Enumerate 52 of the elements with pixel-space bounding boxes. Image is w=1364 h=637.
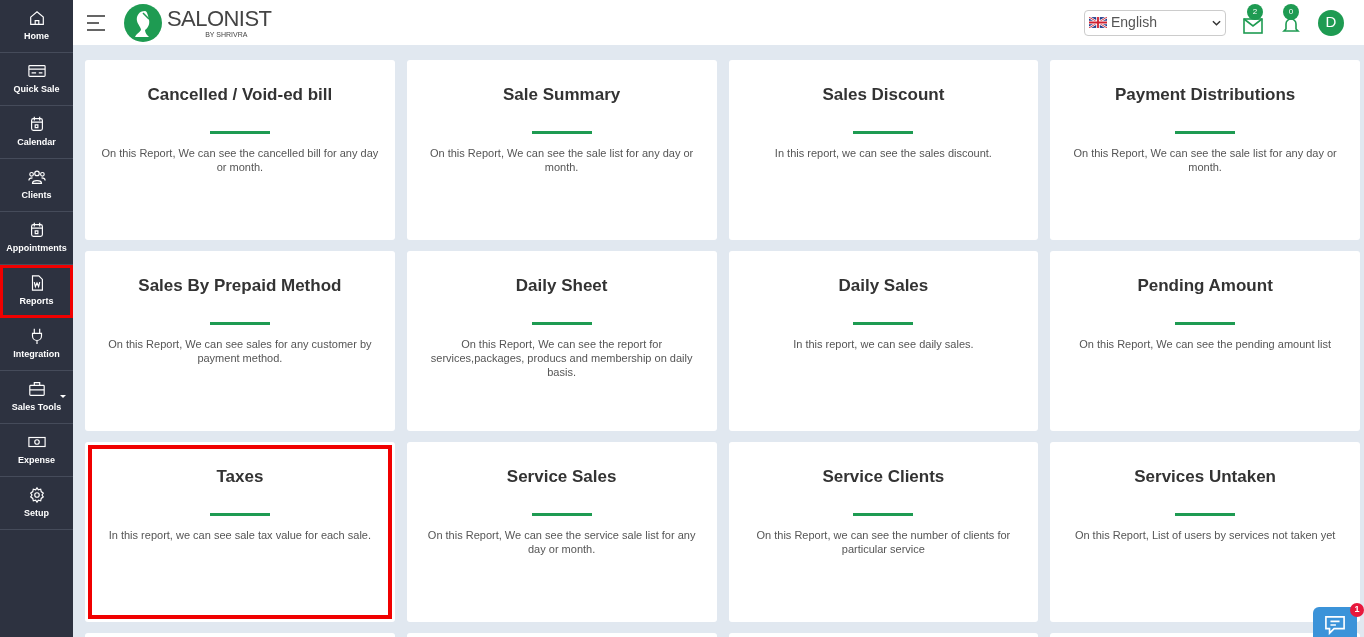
card-description: On this Report, We can see the sale list for any day or month.: [1072, 145, 1338, 174]
report-card[interactable]: Taxes In this report, we can see sale tax value for each sale.: [85, 442, 395, 622]
chat-icon: [1323, 615, 1347, 635]
gear-icon: [27, 485, 46, 504]
card-description: In this report, we can see the sales discount.: [774, 145, 992, 160]
card-title: Taxes: [216, 466, 264, 488]
report-card[interactable]: Sales Discount In this report, we can see the sales discount.: [728, 60, 1039, 240]
card-description: On this Report, List of users by services not taken yet: [1074, 527, 1336, 542]
home-icon: [27, 8, 46, 27]
card-title: Daily Sheet: [515, 275, 608, 297]
messages-button[interactable]: 2: [1242, 3, 1264, 42]
card-title: Service Clients: [822, 466, 945, 488]
card-title: Payment Distributions: [1114, 84, 1296, 106]
notifications-button[interactable]: 0: [1280, 3, 1302, 42]
notification-count-badge: 0: [1283, 3, 1299, 20]
report-card[interactable]: Daily Sheet On this Report, We can see the report for services,packages, producs and membership on daily basis.: [406, 251, 717, 431]
mail-icon: [1243, 17, 1263, 34]
report-card[interactable]: Sales By Prepaid Method On this Report, We can see sales for any customer by payment method.: [85, 251, 395, 431]
card-title: Sales Discount: [822, 84, 945, 106]
user-avatar[interactable]: D: [1318, 9, 1344, 36]
card-title: Sales By Prepaid Method: [138, 275, 342, 297]
report-card[interactable]: Sale Summary On this Report, We can see the sale list for any day or month.: [406, 60, 717, 240]
report-card[interactable]: Cancelled / Void-ed bill On this Report, We can see the cancelled bill for any day or month.: [85, 60, 395, 240]
card-description: On this Report, We can see the pending amount list: [1079, 336, 1331, 351]
chevron-down-icon: [1212, 19, 1221, 26]
sidebar-item[interactable]: Reports: [0, 265, 73, 318]
report-card[interactable]: Service Clients On this Report, we can see the number of clients for particular service: [728, 442, 1039, 622]
briefcase-icon: [27, 379, 46, 398]
report-card[interactable]: Pending Amount On this Report, We can see the pending amount list: [1050, 251, 1360, 431]
language-select[interactable]: English: [1084, 9, 1226, 36]
report-card[interactable]: Service Sales On this Report, We can see the service sale list for any day or month.: [406, 442, 717, 622]
menu-icon[interactable]: [85, 13, 107, 32]
card-title: Services Untaken: [1134, 466, 1276, 488]
card-description: On this Report, We can see the service sale list for any day or month.: [426, 527, 697, 556]
card-description: In this report, we can see daily sales.: [793, 336, 974, 351]
report-card[interactable]: Payment Distributions On this Report, We can see the sale list for any day or month.: [1050, 60, 1360, 240]
message-count-badge: 2: [1247, 3, 1263, 20]
card-description: On this Report, We can see the report for services,packages, producs and membership on daily basis.: [429, 336, 694, 379]
card-description: On this Report, We can see sales for any customer by payment method.: [107, 336, 373, 365]
card-title: Sale Summary: [503, 84, 621, 106]
card-title: Pending Amount: [1137, 275, 1273, 297]
chat-button[interactable]: [1313, 607, 1357, 637]
flag-icon: [1089, 17, 1107, 28]
card-description: On this Report, We can see the sale list for any day or month.: [428, 145, 695, 174]
card-description: In this report, we can see sale tax value for each sale.: [108, 527, 372, 542]
logo-wordmark: SALONIST: [167, 7, 272, 30]
card-title: Daily Sales: [838, 275, 929, 297]
card-title: Service Sales: [506, 466, 617, 488]
report-card[interactable]: Daily Sales In this report, we can see daily sales.: [728, 251, 1039, 431]
card-description: On this Report, we can see the number of clients for particular service: [755, 527, 1012, 556]
card-title: Cancelled / Void-ed bill: [147, 84, 333, 106]
card-description: On this Report, We can see the cancelled bill for any day or month.: [101, 145, 379, 174]
